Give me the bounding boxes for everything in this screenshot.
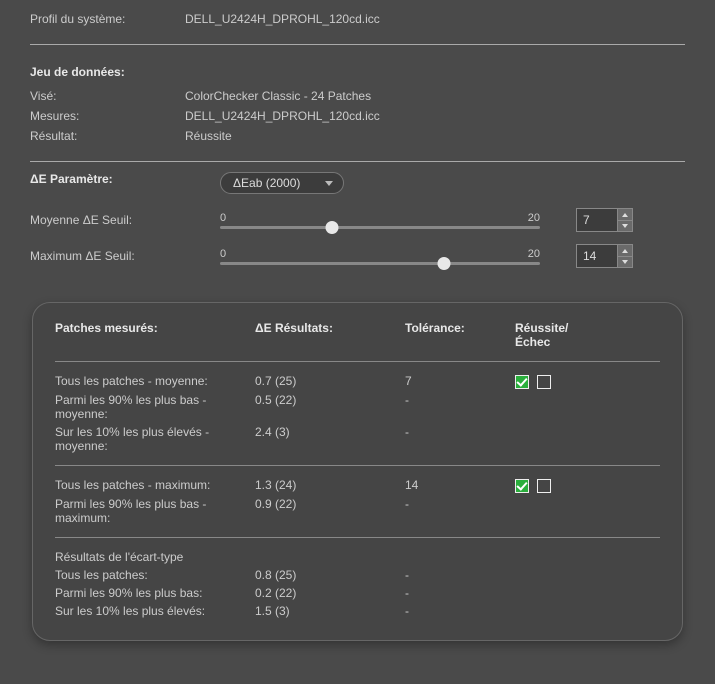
- max-threshold-down[interactable]: [618, 256, 632, 267]
- result-value: Réussite: [185, 129, 232, 143]
- de-param-label: ΔE Paramètre:: [30, 172, 220, 186]
- max-threshold-up[interactable]: [618, 245, 632, 256]
- avg-threshold-slider[interactable]: [220, 226, 540, 229]
- slider-max: 20: [528, 212, 540, 224]
- g2-r2-de: 0.9 (22): [255, 497, 405, 525]
- g3-r2-label: Parmi les 90% les plus bas:: [55, 586, 255, 600]
- col-header-passfail: Réussite/ Échec: [515, 321, 595, 349]
- g3-r2-de: 0.2 (22): [255, 586, 405, 600]
- slider-min: 0: [220, 212, 226, 224]
- g1-pass-checkbox[interactable]: [515, 375, 529, 389]
- g1-r3-tol: -: [405, 425, 515, 453]
- col-header-de: ΔE Résultats:: [255, 321, 405, 349]
- results-panel: Patches mesurés: ΔE Résultats: Tolérance…: [32, 302, 683, 641]
- divider: [55, 537, 660, 538]
- avg-threshold-down[interactable]: [618, 220, 632, 231]
- max-threshold-label: Maximum ΔE Seuil:: [30, 249, 220, 263]
- max-threshold-spinner[interactable]: [576, 244, 633, 268]
- profile-label: Profil du système:: [30, 12, 185, 26]
- de-param-select[interactable]: ΔEab (2000): [220, 172, 344, 194]
- g1-r1-de: 0.7 (25): [255, 374, 405, 389]
- max-threshold-slider[interactable]: [220, 262, 540, 265]
- g3-heading: Résultats de l'écart-type: [55, 550, 255, 564]
- avg-threshold-label: Moyenne ΔE Seuil:: [30, 213, 220, 227]
- g2-r2-label: Parmi les 90% les plus bas - maximum:: [55, 497, 255, 525]
- g1-r3-label: Sur les 10% les plus élevés - moyenne:: [55, 425, 255, 453]
- chevron-down-icon: [622, 260, 628, 264]
- slider-min: 0: [220, 248, 226, 260]
- measures-value: DELL_U2424H_DPROHL_120cd.icc: [185, 109, 380, 123]
- col-header-patches: Patches mesurés:: [55, 321, 255, 349]
- g1-r1-tol: 7: [405, 374, 515, 389]
- g1-r1-label: Tous les patches - moyenne:: [55, 374, 255, 389]
- divider: [30, 161, 685, 162]
- chevron-up-icon: [622, 249, 628, 253]
- g1-r2-label: Parmi les 90% les plus bas - moyenne:: [55, 393, 255, 421]
- avg-threshold-thumb[interactable]: [326, 221, 339, 234]
- g3-r1-tol: -: [405, 568, 515, 582]
- g3-r1-de: 0.8 (25): [255, 568, 405, 582]
- g2-r1-tol: 14: [405, 478, 515, 493]
- de-param-selected: ΔEab (2000): [233, 176, 300, 190]
- dataset-heading: Jeu de données:: [30, 65, 685, 79]
- g2-fail-checkbox[interactable]: [537, 479, 551, 493]
- avg-threshold-input[interactable]: [577, 209, 617, 231]
- divider: [55, 361, 660, 362]
- target-value: ColorChecker Classic - 24 Patches: [185, 89, 371, 103]
- g2-r1-label: Tous les patches - maximum:: [55, 478, 255, 493]
- g3-r3-tol: -: [405, 604, 515, 618]
- g3-r2-tol: -: [405, 586, 515, 600]
- max-threshold-thumb[interactable]: [438, 257, 451, 270]
- g1-fail-checkbox[interactable]: [537, 375, 551, 389]
- max-threshold-input[interactable]: [577, 245, 617, 267]
- divider: [30, 44, 685, 45]
- target-label: Visé:: [30, 89, 185, 103]
- col-header-tolerance: Tolérance:: [405, 321, 515, 349]
- g1-r2-de: 0.5 (22): [255, 393, 405, 421]
- g1-r3-de: 2.4 (3): [255, 425, 405, 453]
- chevron-down-icon: [622, 224, 628, 228]
- divider: [55, 465, 660, 466]
- g2-r1-de: 1.3 (24): [255, 478, 405, 493]
- chevron-up-icon: [622, 213, 628, 217]
- measures-label: Mesures:: [30, 109, 185, 123]
- g3-r3-label: Sur les 10% les plus élevés:: [55, 604, 255, 618]
- g3-r1-label: Tous les patches:: [55, 568, 255, 582]
- g1-r2-tol: -: [405, 393, 515, 421]
- avg-threshold-up[interactable]: [618, 209, 632, 220]
- avg-threshold-spinner[interactable]: [576, 208, 633, 232]
- slider-max: 20: [528, 248, 540, 260]
- g3-r3-de: 1.5 (3): [255, 604, 405, 618]
- g2-r2-tol: -: [405, 497, 515, 525]
- profile-value: DELL_U2424H_DPROHL_120cd.icc: [185, 12, 380, 26]
- result-label: Résultat:: [30, 129, 185, 143]
- g2-pass-checkbox[interactable]: [515, 479, 529, 493]
